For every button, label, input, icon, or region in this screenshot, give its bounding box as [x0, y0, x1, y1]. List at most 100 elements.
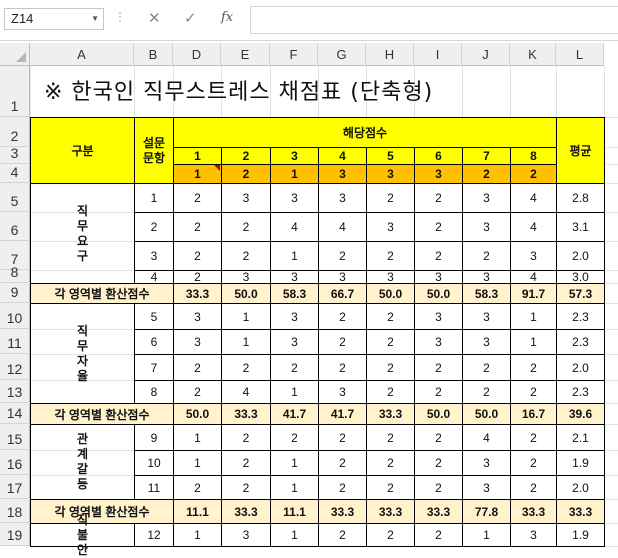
insert-function-icon[interactable]: fx [221, 10, 233, 25]
question-number[interactable]: 1 [134, 183, 174, 213]
score-cell[interactable]: 2 [366, 354, 415, 381]
column-header-B[interactable]: B [134, 43, 173, 66]
score-cell[interactable]: 1 [270, 450, 319, 476]
score-cell[interactable]: 1 [270, 380, 319, 404]
question-number[interactable]: 8 [134, 380, 174, 404]
question-number[interactable]: 7 [134, 354, 174, 381]
question-number[interactable]: 12 [134, 523, 174, 547]
question-number[interactable]: 6 [134, 329, 174, 355]
question-number[interactable]: 9 [134, 424, 174, 451]
summary-average[interactable]: 57.3 [556, 283, 605, 304]
score-cell[interactable]: 1 [510, 329, 557, 355]
row-header-17[interactable]: 17 [0, 475, 30, 499]
row-header-9[interactable]: 9 [0, 283, 30, 303]
score-cell[interactable]: 2 [221, 212, 271, 242]
select-all-button[interactable] [0, 43, 30, 66]
summary-cell[interactable]: 33.3 [221, 403, 271, 425]
summary-cell[interactable]: 58.3 [462, 283, 511, 304]
score-cell[interactable]: 2 [173, 241, 222, 271]
summary-cell[interactable]: 33.3 [366, 499, 415, 524]
formula-input[interactable] [250, 6, 618, 34]
column-header-D[interactable]: D [173, 43, 221, 66]
score-cell[interactable]: 2 [414, 241, 463, 271]
summary-cell[interactable]: 16.7 [510, 403, 557, 425]
summary-cell[interactable]: 33.3 [318, 499, 367, 524]
score-cell[interactable]: 4 [270, 212, 319, 242]
average-cell[interactable]: 2.8 [556, 183, 605, 213]
column-header-J[interactable]: J [462, 43, 510, 66]
average-cell[interactable]: 2.3 [556, 380, 605, 404]
score-cell[interactable]: 2 [270, 424, 319, 451]
summary-cell[interactable]: 50.0 [414, 403, 463, 425]
score-cell[interactable]: 2 [221, 241, 271, 271]
column-header-I[interactable]: I [414, 43, 462, 66]
summary-cell[interactable]: 33.3 [510, 499, 557, 524]
summary-average[interactable]: 33.3 [556, 499, 605, 524]
score-cell[interactable]: 2 [221, 450, 271, 476]
question-number[interactable]: 3 [134, 241, 174, 271]
summary-cell[interactable]: 91.7 [510, 283, 557, 304]
score-cell[interactable]: 2 [366, 183, 415, 213]
row-header-3[interactable]: 3 [0, 145, 30, 164]
row-header-6[interactable]: 6 [0, 212, 30, 241]
score-cell[interactable]: 1 [270, 241, 319, 271]
column-header-H[interactable]: H [366, 43, 414, 66]
score-cell[interactable]: 2 [221, 424, 271, 451]
score-cell[interactable]: 3 [414, 329, 463, 355]
score-cell[interactable]: 4 [462, 424, 511, 451]
score-cell[interactable]: 3 [462, 183, 511, 213]
score-cell[interactable]: 2 [270, 354, 319, 381]
score-cell[interactable]: 3 [462, 270, 511, 284]
score-cell[interactable]: 1 [221, 329, 271, 355]
score-cell[interactable]: 2 [173, 354, 222, 381]
score-cell[interactable]: 4 [510, 212, 557, 242]
score-cell[interactable]: 2 [510, 424, 557, 451]
score-cell[interactable]: 2 [366, 475, 415, 500]
question-number[interactable]: 5 [134, 303, 174, 330]
question-number[interactable]: 4 [134, 270, 174, 284]
average-cell[interactable]: 2.1 [556, 424, 605, 451]
summary-cell[interactable]: 41.7 [318, 403, 367, 425]
score-cell[interactable]: 3 [462, 475, 511, 500]
score-cell[interactable]: 3 [221, 523, 271, 547]
column-header-G[interactable]: G [318, 43, 366, 66]
score-cell[interactable]: 3 [318, 270, 367, 284]
score-cell[interactable]: 2 [318, 303, 367, 330]
score-cell[interactable]: 2 [366, 329, 415, 355]
score-cell[interactable]: 2 [414, 523, 463, 547]
score-cell[interactable]: 2 [366, 303, 415, 330]
score-cell[interactable]: 2 [173, 475, 222, 500]
score-cell[interactable]: 1 [173, 450, 222, 476]
score-cell[interactable]: 4 [510, 270, 557, 284]
score-cell[interactable]: 1 [173, 523, 222, 547]
row-header-19[interactable]: 19 [0, 523, 30, 546]
summary-cell[interactable]: 58.3 [270, 283, 319, 304]
score-cell[interactable]: 3 [221, 183, 271, 213]
summary-cell[interactable]: 11.1 [173, 499, 222, 524]
score-cell[interactable]: 2 [510, 450, 557, 476]
score-cell[interactable]: 3 [270, 303, 319, 330]
column-header-F[interactable]: F [270, 43, 318, 66]
score-cell[interactable]: 2 [318, 523, 367, 547]
average-cell[interactable]: 3.1 [556, 212, 605, 242]
row-header-13[interactable]: 13 [0, 380, 30, 403]
score-cell[interactable]: 2 [414, 475, 463, 500]
row-header-15[interactable]: 15 [0, 424, 30, 450]
score-cell[interactable]: 4 [221, 380, 271, 404]
question-number[interactable]: 11 [134, 475, 174, 500]
average-cell[interactable]: 2.0 [556, 475, 605, 500]
score-cell[interactable]: 3 [318, 183, 367, 213]
question-number[interactable]: 10 [134, 450, 174, 476]
summary-cell[interactable]: 50.0 [414, 283, 463, 304]
score-cell[interactable]: 3 [270, 183, 319, 213]
score-cell[interactable]: 2 [318, 241, 367, 271]
score-cell[interactable]: 2 [318, 450, 367, 476]
average-cell[interactable]: 2.0 [556, 354, 605, 381]
score-cell[interactable]: 3 [221, 270, 271, 284]
score-cell[interactable]: 1 [173, 424, 222, 451]
summary-cell[interactable]: 33.3 [221, 499, 271, 524]
average-cell[interactable]: 2.0 [556, 241, 605, 271]
row-header-16[interactable]: 16 [0, 450, 30, 475]
summary-cell[interactable]: 50.0 [173, 403, 222, 425]
average-cell[interactable]: 3.0 [556, 270, 605, 284]
